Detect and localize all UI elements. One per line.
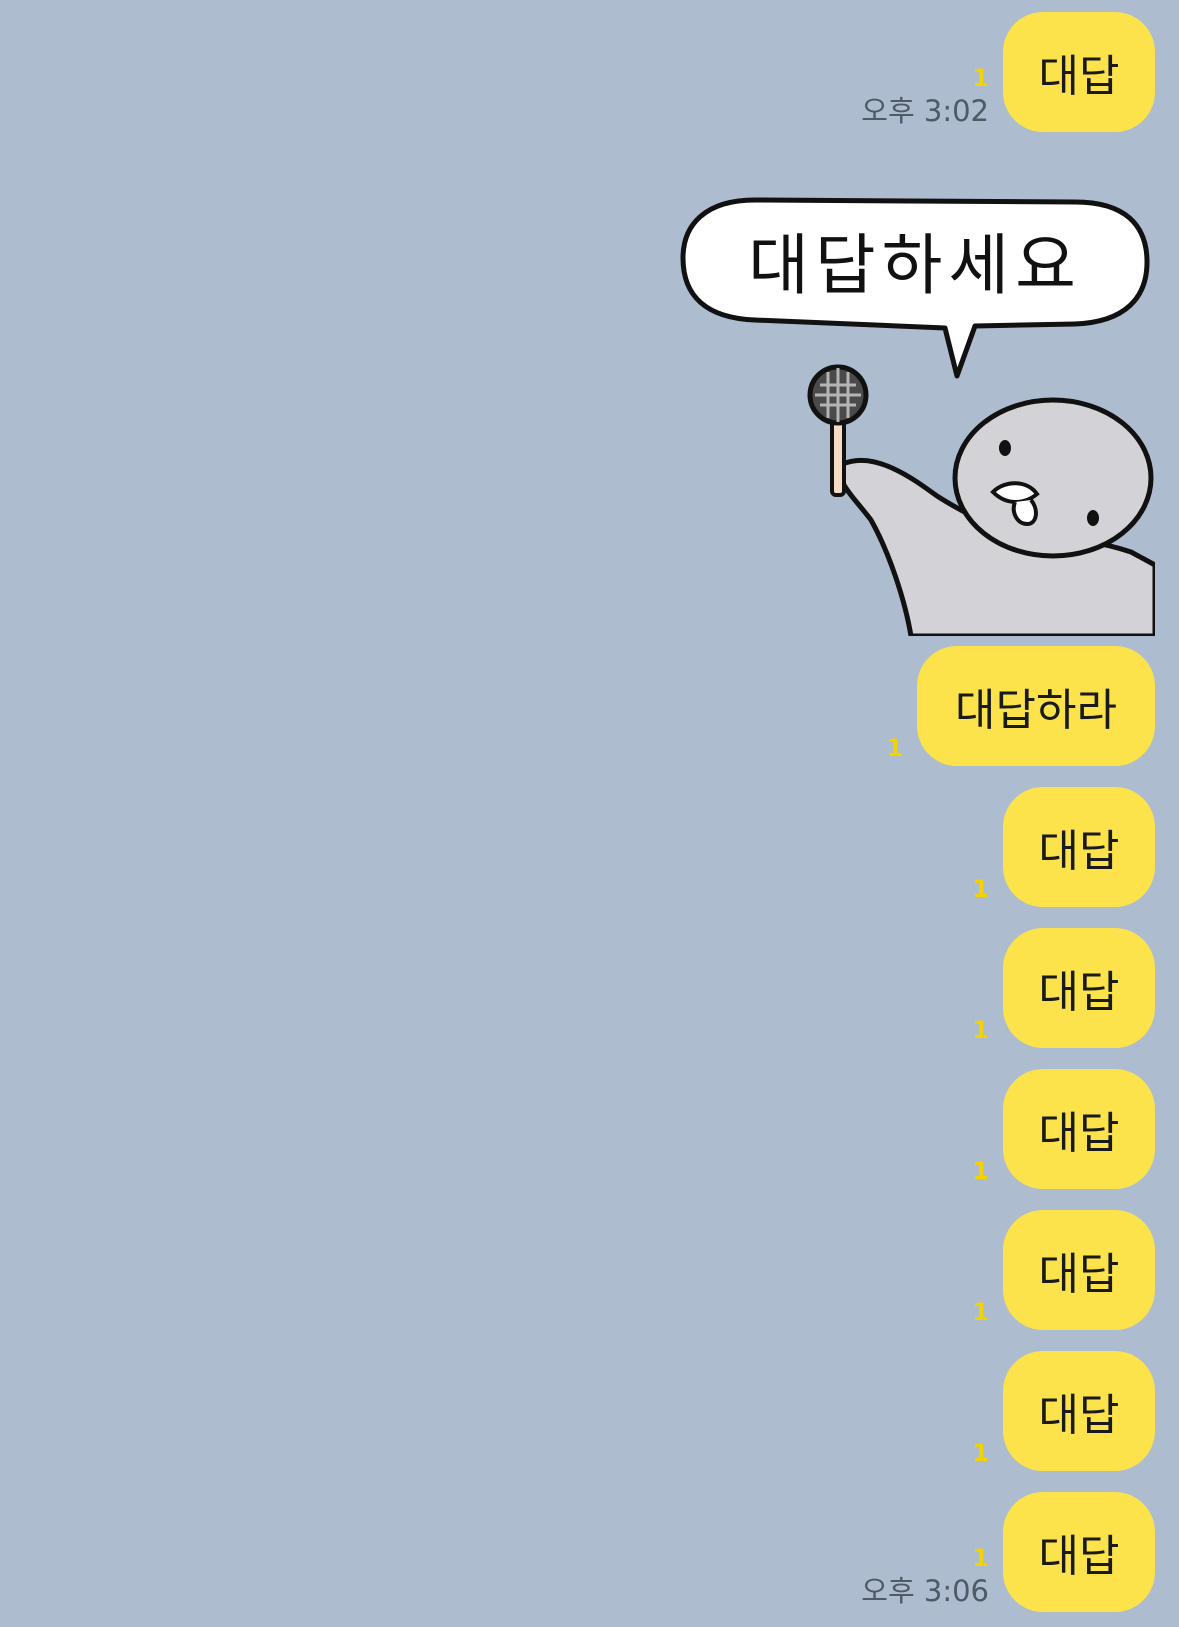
message-bubble[interactable]: 대답	[1003, 928, 1155, 1048]
character-icon	[837, 397, 1155, 636]
message-meta: 1	[972, 875, 989, 903]
sticker-message[interactable]: 대답하세요	[675, 180, 1155, 636]
unread-count: 1	[972, 875, 989, 903]
message-bubble[interactable]: 대답	[1003, 12, 1155, 132]
unread-count: 1	[972, 1544, 989, 1572]
message-meta: 1	[972, 1298, 989, 1326]
message-meta: 1	[972, 1157, 989, 1185]
message-bubble[interactable]: 대답	[1003, 1210, 1155, 1330]
unread-count: 1	[972, 1439, 989, 1467]
message-row: 1 대답	[972, 1351, 1155, 1471]
speech-bubble-icon: 대답하세요	[680, 197, 1150, 379]
sticker-speech-text: 대답하세요	[748, 227, 1082, 304]
message-bubble[interactable]: 대답	[1003, 1351, 1155, 1471]
message-row: 1 오후 3:02 대답	[861, 12, 1155, 132]
message-meta: 1 오후 3:06	[861, 1544, 989, 1608]
unread-count: 1	[886, 734, 903, 762]
message-bubble[interactable]: 대답	[1003, 1492, 1155, 1612]
message-time: 오후 3:06	[861, 1574, 989, 1608]
unread-count: 1	[972, 1157, 989, 1185]
message-row: 1 대답하라	[886, 646, 1155, 766]
unread-count: 1	[972, 64, 989, 92]
unread-count: 1	[972, 1016, 989, 1044]
message-row: 1 대답	[972, 928, 1155, 1048]
message-row: 1 대답	[972, 787, 1155, 907]
unread-count: 1	[972, 1298, 989, 1326]
message-row: 1 오후 3:06 대답	[861, 1492, 1155, 1612]
message-bubble[interactable]: 대답	[1003, 787, 1155, 907]
message-meta: 1	[972, 1439, 989, 1467]
message-meta: 1 오후 3:02	[861, 64, 989, 128]
message-meta: 1	[972, 1016, 989, 1044]
message-bubble[interactable]: 대답	[1003, 1069, 1155, 1189]
message-bubble[interactable]: 대답하라	[917, 646, 1155, 766]
message-row: 1 대답	[972, 1069, 1155, 1189]
sticker-image: 대답하세요	[680, 197, 1155, 636]
message-meta: 1	[886, 734, 903, 762]
message-row: 1 대답	[972, 1210, 1155, 1330]
message-time: 오후 3:02	[861, 94, 989, 128]
